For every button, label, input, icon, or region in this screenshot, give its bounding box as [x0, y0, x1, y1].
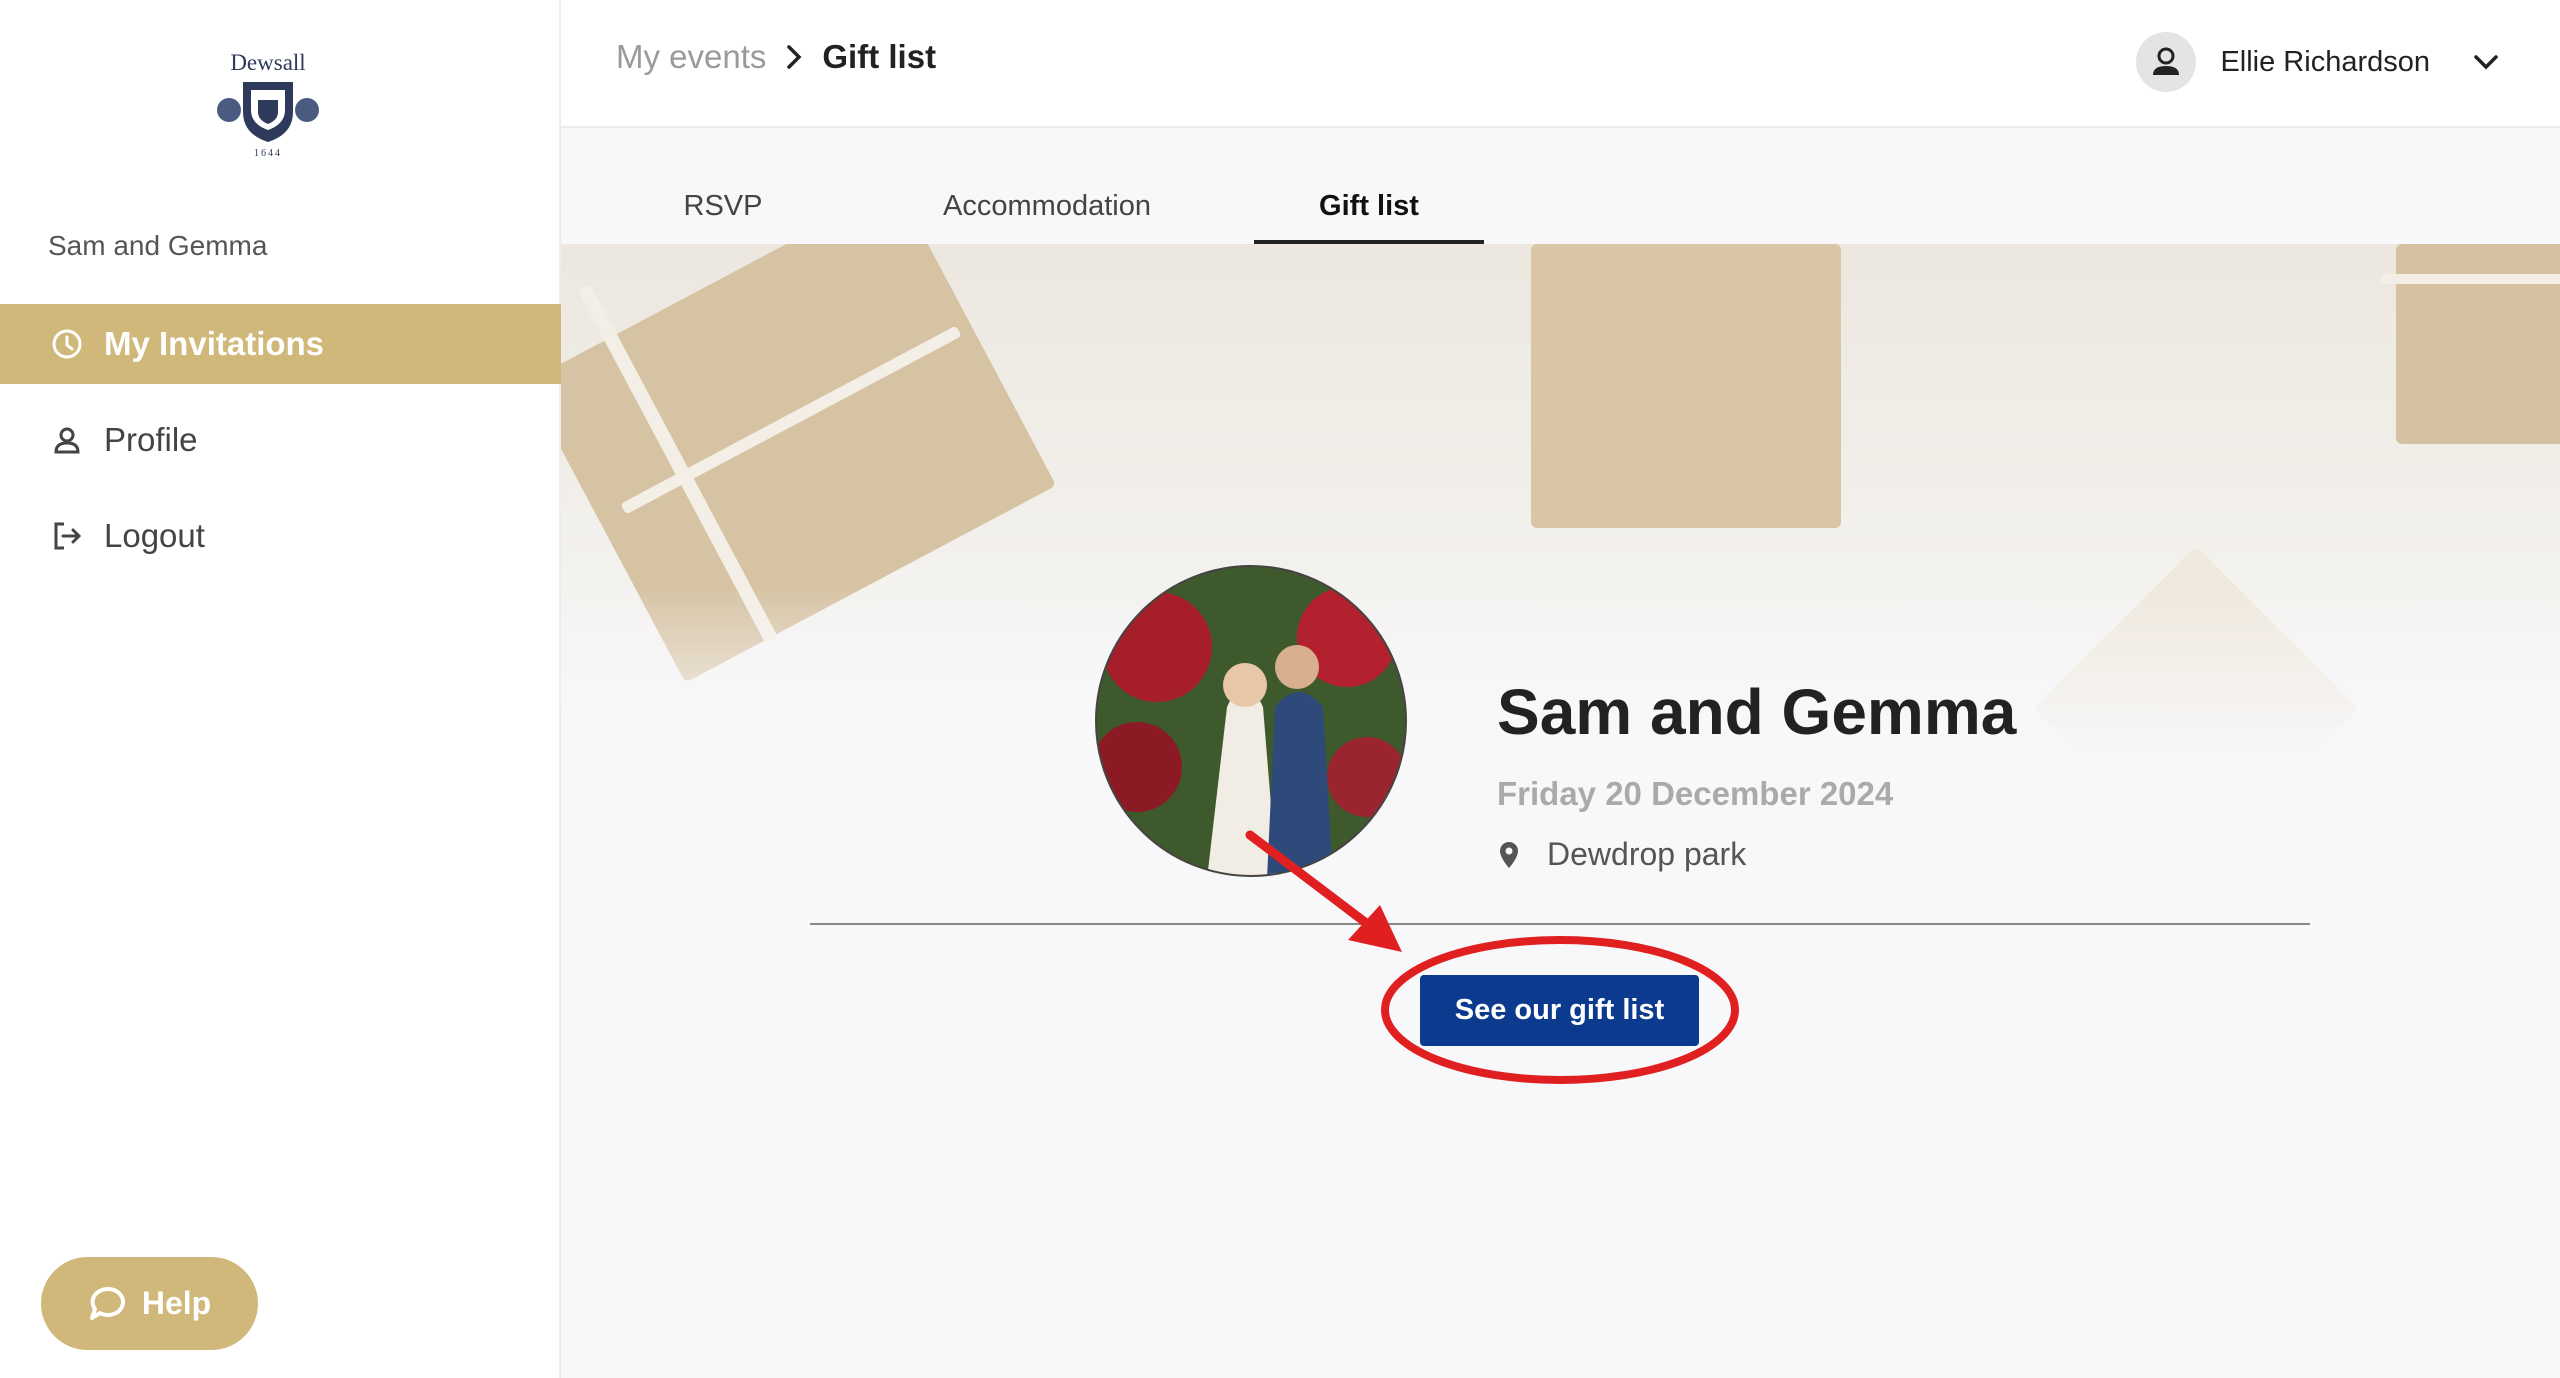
user-menu[interactable]: Ellie Richardson: [2136, 32, 2500, 92]
chat-bubble-icon: [88, 1284, 128, 1324]
avatar: [2136, 32, 2197, 92]
organization-name: Sam and Gemma: [48, 230, 268, 261]
event-location-text: Dewdrop park: [1547, 836, 1747, 872]
person-icon: [2153, 47, 2180, 75]
chevron-down-icon[interactable]: [2472, 52, 2500, 72]
chevron-right-icon: [784, 43, 804, 71]
sidebar-item-label: Profile: [104, 421, 198, 458]
sidebar-item-profile[interactable]: Profile: [0, 400, 561, 480]
twine-shape: [2381, 274, 2560, 284]
breadcrumb: My events Gift list: [616, 38, 936, 76]
see-gift-list-button[interactable]: See our gift list: [1420, 975, 1699, 1046]
tab-rsvp[interactable]: RSVP: [639, 190, 807, 244]
sidebar-item-logout[interactable]: Logout: [0, 496, 561, 576]
help-label: Help: [141, 1285, 212, 1321]
event-location: Dewdrop park: [1497, 836, 1746, 873]
couple-photo: [1095, 565, 1407, 877]
dewsall-logo[interactable]: Dewsall 1644: [186, 40, 350, 168]
sidebar: Dewsall 1644 Sam and Gemma My Invitation…: [0, 0, 561, 1378]
tab-accommodation[interactable]: Accommodation: [898, 190, 1196, 244]
event-tabs: RSVP Accommodation Gift list: [561, 130, 2560, 244]
user-name: Ellie Richardson: [2220, 45, 2430, 78]
sidebar-item-label: My Invitations: [104, 325, 325, 362]
logo-year: 1644: [254, 148, 282, 159]
tab-gift-list[interactable]: Gift list: [1254, 190, 1484, 244]
clock-icon: [50, 327, 84, 361]
crest-icon: [217, 82, 319, 142]
couple-photo-illustration: [1097, 567, 1405, 875]
gift-box-shape: [1531, 244, 1841, 528]
help-button[interactable]: Help: [41, 1257, 258, 1350]
location-pin-icon: [1497, 840, 1521, 870]
breadcrumb-current: Gift list: [822, 38, 937, 75]
sidebar-item-my-invitations[interactable]: My Invitations: [0, 304, 561, 384]
person-icon: [50, 423, 84, 457]
breadcrumb-my-events[interactable]: My events: [616, 38, 766, 76]
logo-text: Dewsall: [230, 50, 306, 75]
event-date: Friday 20 December 2024: [1497, 775, 1894, 812]
logout-icon: [50, 519, 84, 553]
top-header: My events Gift list Ellie Richardson: [561, 0, 2560, 128]
sidebar-item-label: Logout: [104, 517, 205, 554]
event-title: Sam and Gemma: [1497, 676, 2017, 748]
divider: [810, 923, 2310, 925]
